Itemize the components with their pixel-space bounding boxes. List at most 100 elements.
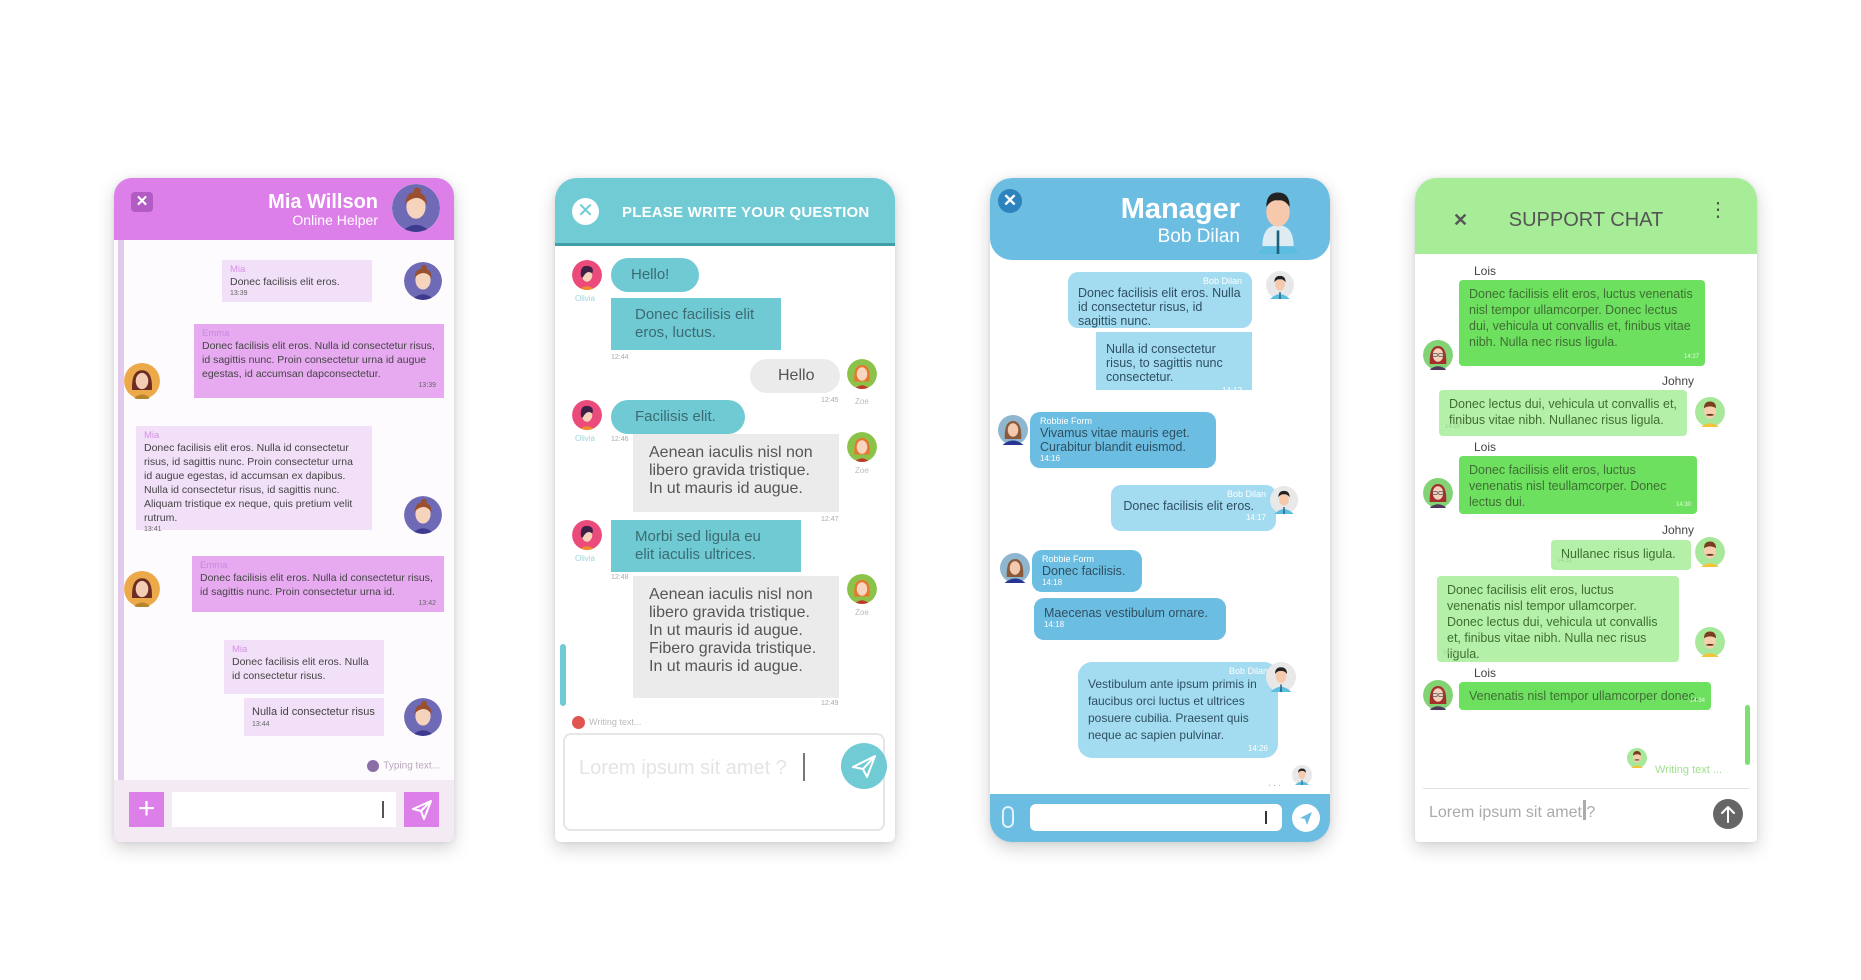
- message-bubble: Aenean iaculis nisl non libero gravida t…: [633, 576, 839, 698]
- agent-avatar: [392, 184, 440, 232]
- text-cursor: [382, 801, 384, 818]
- text-cursor: [803, 753, 805, 781]
- paperclip-icon[interactable]: [1002, 806, 1014, 828]
- message-input[interactable]: [1429, 800, 1679, 826]
- add-attachment-button[interactable]: +: [129, 792, 164, 827]
- message-text: Donec facilisis elit eros. Nulla id cons…: [200, 572, 433, 598]
- avatar-olivia: [572, 260, 602, 290]
- message-text: Maecenas vestibulum ornare.: [1044, 606, 1208, 620]
- message-input[interactable]: [172, 792, 396, 827]
- scrollbar[interactable]: [560, 644, 566, 706]
- message-bubble: Robbie Form Vivamus vitae mauris eget. C…: [1030, 412, 1216, 468]
- paper-plane-icon: [852, 755, 876, 778]
- message-bubble: Donec facilisis elit eros, luctus venena…: [1459, 456, 1697, 514]
- message-text: Donec facilisis elit eros. Nulla id cons…: [1078, 286, 1241, 328]
- chat-panel-purple: ✕ Mia Willson Online Helper Mia Donec fa…: [114, 178, 454, 842]
- message-bubble: Bob Dilan Vestibulum ante ipsum primis i…: [1078, 662, 1278, 758]
- chat-panel-blue: ✕ Manager Bob Dilan Bob Dilan Donec faci…: [990, 178, 1330, 842]
- avatar-zoe: [847, 432, 877, 462]
- message-bubble: Maecenas vestibulum ornare. 14:18: [1034, 598, 1226, 640]
- sender-name: Emma: [200, 560, 228, 571]
- message-input[interactable]: [579, 753, 799, 783]
- avatar-mia: [404, 698, 442, 736]
- message-text: Donec facilisis elit eros. Nulla id cons…: [232, 656, 369, 682]
- close-button[interactable]: ✕: [131, 192, 153, 212]
- header-title: Manager: [1120, 193, 1240, 225]
- composer: [990, 794, 1330, 842]
- message-time: 12:48: [611, 574, 629, 581]
- agent-name: Bob Dilan: [1157, 226, 1240, 247]
- send-button[interactable]: [841, 743, 887, 789]
- message-bubble: Donec lectus dui, vehicula ut convallis …: [1439, 390, 1687, 436]
- sender-name: Olivia: [575, 294, 596, 303]
- typing-text: Typing text...: [383, 760, 440, 772]
- sender-name: Mia: [230, 264, 246, 275]
- close-button[interactable]: ✕: [998, 189, 1022, 213]
- message-time: 14:26: [1247, 744, 1268, 753]
- composer: [563, 733, 887, 831]
- avatar-johny: [1695, 534, 1725, 570]
- message-text: Nulla id consectetur risus, to sagittis …: [1106, 342, 1223, 384]
- typing-indicator: Typing text...: [367, 760, 440, 772]
- avatar-olivia: [572, 400, 602, 430]
- avatar-olivia: [572, 520, 602, 550]
- message-bubble: Morbi sed ligula eu elit iaculis ultrice…: [611, 520, 801, 572]
- chat-panel-green: SUPPORT CHAT ✕ ⋮ Lois Donec facilisis el…: [1415, 178, 1757, 842]
- message-bubble: Emma Donec facilisis elit eros. Nulla id…: [192, 556, 444, 612]
- message-text: Donec facilisis.: [1042, 564, 1126, 578]
- message-bubble: Donec facilisis elit eros, luctus.: [611, 298, 781, 350]
- sender-name: Olivia: [575, 554, 596, 563]
- message-bubble: Mia Donec facilisis elit eros. Nulla id …: [136, 426, 372, 533]
- header-title: PLEASE WRITE YOUR QUESTION: [622, 204, 870, 221]
- message-bubble: Bob Dilan Donec facilisis elit eros. Nul…: [1068, 272, 1252, 337]
- message-input[interactable]: [1030, 804, 1282, 831]
- avatar-mia: [404, 496, 442, 534]
- typing-avatar-icon: [572, 716, 585, 729]
- message-bubble: Emma Donec facilisis elit eros. Nulla id…: [194, 324, 444, 398]
- message-time: 14:18: [1042, 578, 1063, 587]
- send-button[interactable]: [404, 792, 439, 827]
- sender-name: Zoe: [855, 397, 869, 406]
- composer: +: [114, 780, 454, 842]
- close-button[interactable]: ✕: [1453, 210, 1468, 230]
- message-time: 14:34: [1689, 698, 1705, 704]
- sender-name: Lois: [1474, 264, 1497, 278]
- avatar-robbie: [1000, 550, 1030, 586]
- avatar-bob: [1266, 268, 1294, 302]
- sender-name: Olivia: [575, 434, 596, 443]
- message-time: 14:16: [1040, 454, 1061, 463]
- close-button[interactable]: ✕: [572, 198, 599, 225]
- sender-name: Robbie Form: [1040, 416, 1093, 426]
- avatar-bob: [1266, 658, 1296, 696]
- message-bubble: Donec facilisis elit eros, luctus venena…: [1437, 576, 1679, 662]
- sender-name: Lois: [1474, 666, 1497, 680]
- message-time: 14:33: [1443, 650, 1459, 656]
- scrollbar[interactable]: [118, 240, 124, 780]
- sender-name: Mia: [232, 644, 248, 655]
- message-bubble: Facilisis elit.: [611, 400, 745, 434]
- sender-name: Emma: [202, 328, 230, 339]
- message-bubble: Mia Donec facilisis elit eros. Nulla id …: [224, 640, 384, 694]
- send-button[interactable]: [1713, 799, 1743, 829]
- more-options-icon[interactable]: ⋮: [1708, 200, 1728, 220]
- message-time: 12:47: [821, 516, 839, 523]
- sender-name: Robbie Form: [1042, 554, 1095, 564]
- message-time: 12:44: [611, 354, 629, 361]
- agent-role: Online Helper: [292, 212, 378, 228]
- agent-avatar: [1252, 186, 1304, 254]
- avatar-lois: [1423, 476, 1453, 510]
- message-text: Vivamus vitae mauris eget. Curabitur bla…: [1040, 426, 1190, 454]
- message-text: Donec facilisis elit eros, luctus venena…: [1469, 463, 1667, 509]
- message-time: 14:12: [1221, 386, 1242, 395]
- send-button[interactable]: [1292, 804, 1320, 832]
- message-bubble: Nullanec risus ligula. 14:31: [1551, 540, 1691, 570]
- message-time: 12:49: [821, 700, 839, 707]
- typing-avatar-icon: [367, 760, 380, 772]
- message-time: 12:45: [821, 397, 839, 404]
- sender-name: Bob Dilan: [1202, 276, 1242, 286]
- avatar-johny: [1695, 624, 1725, 660]
- typing-indicator: Writing text ...: [1655, 764, 1723, 776]
- sender-name: Johny: [1662, 374, 1695, 388]
- avatar-johny: [1695, 394, 1725, 430]
- scrollbar[interactable]: [1745, 705, 1750, 765]
